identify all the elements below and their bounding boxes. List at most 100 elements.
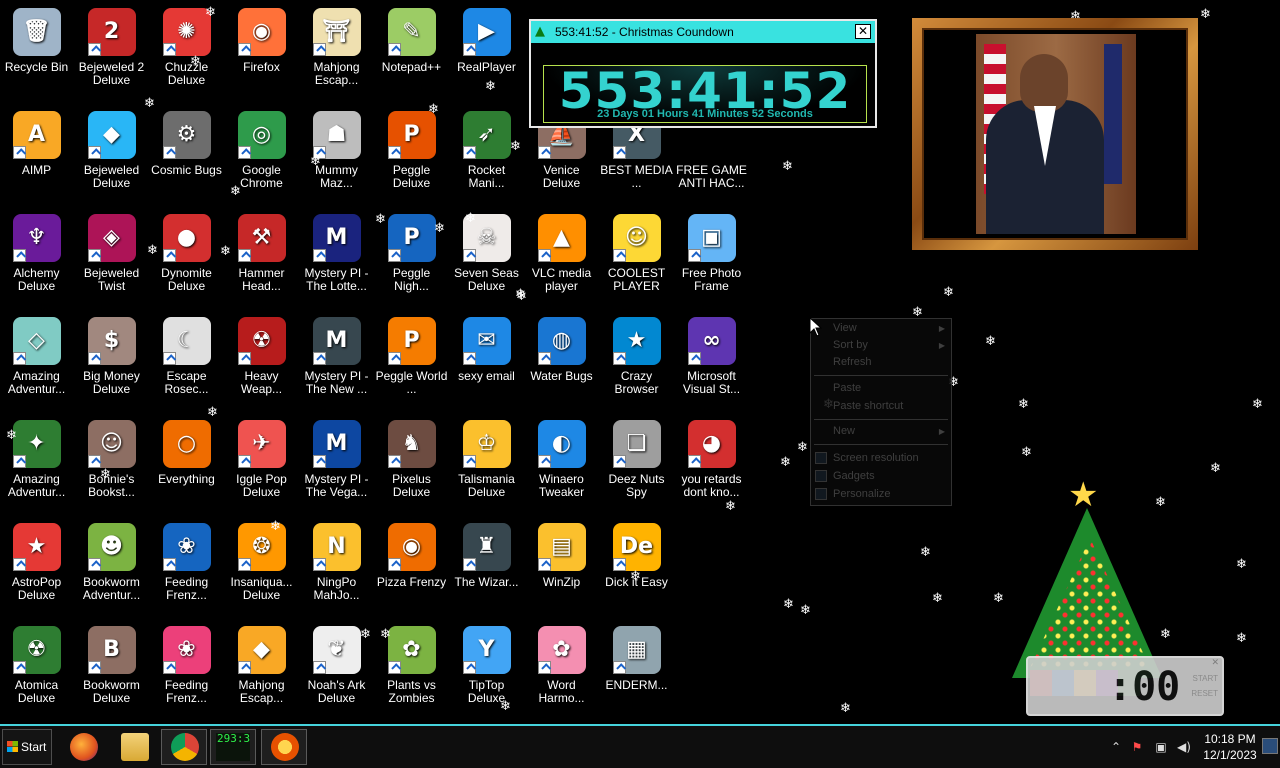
winzip-icon: ▤ bbox=[537, 523, 586, 571]
desktop-icon[interactable]: $ Big Money Deluxe bbox=[74, 313, 149, 413]
desktop-icon[interactable]: ❀ Feeding Frenz... bbox=[149, 519, 224, 619]
show-desktop-button[interactable] bbox=[1262, 738, 1278, 754]
desktop-icon[interactable]: ▤ WinZip bbox=[524, 519, 599, 619]
desktop-icon[interactable]: ● Dynomite Deluxe bbox=[149, 210, 224, 310]
desktop-icon[interactable]: ▣ Free Photo Frame bbox=[674, 210, 749, 310]
stopwatch-start-button[interactable]: START bbox=[1193, 674, 1218, 683]
desktop-icon[interactable]: 🗑 Recycle Bin bbox=[0, 4, 74, 104]
desktop-icon[interactable]: ➶ Rocket Mani... bbox=[449, 107, 524, 207]
menu-item-label: New bbox=[833, 425, 856, 437]
desktop-icon[interactable]: ❂ Insaniqua... Deluxe bbox=[224, 519, 299, 619]
desktop-icon[interactable]: ○ Everything bbox=[149, 416, 224, 516]
desktop-icon[interactable]: ✈ Iggle Pop Deluxe bbox=[224, 416, 299, 516]
taskbar-file-explorer[interactable] bbox=[111, 729, 157, 765]
stopwatch-gadget[interactable]: ✕ :00 START RESET bbox=[1026, 656, 1224, 716]
taskbar-chrome[interactable] bbox=[161, 729, 207, 765]
desktop-icon[interactable]: ⚙ Cosmic Bugs bbox=[149, 107, 224, 207]
menu-item-refresh[interactable]: Refresh bbox=[811, 354, 951, 371]
menu-item-paste[interactable]: Paste bbox=[811, 380, 951, 397]
snowflake-icon: ❄ bbox=[100, 467, 111, 482]
desktop-icon[interactable]: A AIMP bbox=[0, 107, 74, 207]
desktop-icon-label: Amazing Adventur... bbox=[7, 472, 66, 499]
countdown-display: 553:41:52 23 Days 01 Hours 41 Minutes 52… bbox=[543, 62, 867, 123]
desktop-icon[interactable]: ◆ Mahjong Escap... bbox=[224, 622, 299, 722]
countdown-titlebar[interactable]: ▲ 553:41:52 - Christmas Coundown bbox=[531, 21, 875, 43]
desktop-icon[interactable]: ⚒ Hammer Head... bbox=[224, 210, 299, 310]
christmas-countdown-window[interactable]: ▲ 553:41:52 - Christmas Coundown ✕ 553:4… bbox=[529, 19, 877, 128]
photo-frame-gadget[interactable] bbox=[912, 18, 1198, 250]
gadget-close-icon[interactable]: ✕ bbox=[1211, 658, 1219, 668]
desktop-icon[interactable]: ☺ COOLEST PLAYER bbox=[599, 210, 674, 310]
desktop-icon[interactable]: ❀ Feeding Frenz... bbox=[149, 622, 224, 722]
desktop-icon[interactable]: P Peggle World ... bbox=[374, 313, 449, 413]
stopwatch-reset-button[interactable]: RESET bbox=[1191, 689, 1218, 698]
menu-item-sort-by[interactable]: Sort by ▶ bbox=[811, 337, 951, 354]
desktop-icon[interactable]: ♔ Talismania Deluxe bbox=[449, 416, 524, 516]
menu-item-personalize[interactable]: Personalize bbox=[811, 486, 951, 503]
desktop-icon[interactable]: ◕ you retards dont kno... bbox=[674, 416, 749, 516]
desktop-icon[interactable]: ◉ Pizza Frenzy bbox=[374, 519, 449, 619]
desktop-icon[interactable]: ◈ Bejeweled Twist bbox=[74, 210, 149, 310]
desktop-icon[interactable]: ◇ Amazing Adventur... bbox=[0, 313, 74, 413]
desktop-icon[interactable]: 2 Bejeweled 2 Deluxe bbox=[74, 4, 149, 104]
hammer-heads-icon: ⚒ bbox=[237, 214, 286, 262]
desktop-icon-label: Pizza Frenzy bbox=[376, 575, 447, 589]
shortcut-arrow-icon bbox=[387, 661, 401, 674]
amazing-adventures-icon: ◇ bbox=[12, 317, 61, 365]
desktop-icon[interactable]: ◍ Water Bugs bbox=[524, 313, 599, 413]
desktop-icon[interactable]: ◉ Firefox bbox=[224, 4, 299, 104]
desktop-icon[interactable]: ★ AstroPop Deluxe bbox=[0, 519, 74, 619]
menu-separator bbox=[814, 444, 948, 445]
desktop-icon[interactable]: Y TipTop Deluxe bbox=[449, 622, 524, 722]
volume-icon[interactable]: ◀) bbox=[1177, 740, 1191, 754]
menu-item-screen-resolution[interactable]: Screen resolution bbox=[811, 450, 951, 467]
desktop-icon[interactable]: M Mystery PI - The Vega... bbox=[299, 416, 374, 516]
taskbar-countdown[interactable]: 293:3 bbox=[210, 729, 256, 765]
desktop-icon[interactable]: ☾ Escape Rosec... bbox=[149, 313, 224, 413]
desktop-icon[interactable]: ♞ Pixelus Deluxe bbox=[374, 416, 449, 516]
menu-item-gadgets[interactable]: Gadgets bbox=[811, 468, 951, 485]
shortcut-arrow-icon bbox=[687, 455, 701, 468]
desktop-icon[interactable]: ▲ VLC media player bbox=[524, 210, 599, 310]
taskbar-peggle[interactable] bbox=[261, 729, 307, 765]
desktop-icon[interactable]: ◆ Bejeweled Deluxe bbox=[74, 107, 149, 207]
desktop-icon[interactable]: ♜ The Wizar... bbox=[449, 519, 524, 619]
desktop-icon[interactable]: ✿ Word Harmo... bbox=[524, 622, 599, 722]
taskbar-firefox[interactable] bbox=[60, 729, 106, 765]
desktop-icon[interactable]: M Mystery PI - The Lotte... bbox=[299, 210, 374, 310]
desktop-icon[interactable]: N NingPo MahJo... bbox=[299, 519, 374, 619]
desktop-icon[interactable]: ◐ Winaero Tweaker bbox=[524, 416, 599, 516]
desktop-icon-label: Noah's Ark Deluxe bbox=[307, 678, 366, 705]
action-center-flag-icon[interactable]: ⚑ bbox=[1130, 740, 1144, 754]
network-icon[interactable]: ▣ bbox=[1154, 740, 1168, 754]
desktop-icon[interactable]: ★ Crazy Browser bbox=[599, 313, 674, 413]
chuzzle-icon: ✺ bbox=[162, 8, 211, 56]
desktop-icon-label: Deez Nuts Spy bbox=[608, 472, 665, 499]
desktop-icon[interactable]: ☺ Bonnie's Bookst... bbox=[74, 416, 149, 516]
taskbar-clock[interactable]: 10:18 PM 12/1/2023 bbox=[1197, 731, 1263, 763]
desktop-icon-label: Mahjong Escap... bbox=[238, 678, 285, 705]
desktop-icon[interactable]: ♆ Alchemy Deluxe bbox=[0, 210, 74, 310]
desktop-icon[interactable]: M Mystery PI - The New ... bbox=[299, 313, 374, 413]
desktop-icon[interactable]: ❏ Deez Nuts Spy bbox=[599, 416, 674, 516]
start-button[interactable]: Start bbox=[2, 729, 52, 765]
desktop-icon[interactable]: ☢ Atomica Deluxe bbox=[0, 622, 74, 722]
desktop-icon[interactable]: ▦ ENDERM... bbox=[599, 622, 674, 722]
menu-item-view[interactable]: View ▶ bbox=[811, 320, 951, 337]
desktop-context-menu[interactable]: View ▶ Sort by ▶ Refresh Paste Paste short… bbox=[810, 318, 952, 506]
desktop-icon[interactable]: ☢ Heavy Weap... bbox=[224, 313, 299, 413]
desktop-icon[interactable]: ✉ sexy email bbox=[449, 313, 524, 413]
desktop-icon[interactable]: ✎ Notepad++ bbox=[374, 4, 449, 104]
desktop-icon[interactable]: ⛩ Mahjong Escap... bbox=[299, 4, 374, 104]
desktop-icon[interactable]: ☻ Bookworm Adventur... bbox=[74, 519, 149, 619]
shortcut-arrow-icon bbox=[387, 352, 401, 365]
desktop-icon[interactable]: ☠ Seven Seas Deluxe bbox=[449, 210, 524, 310]
countdown-close-button[interactable]: ✕ bbox=[855, 24, 871, 39]
desktop-icon-label: Recycle Bin bbox=[4, 60, 69, 74]
desktop-icon[interactable]: ∞ Microsoft Visual St... bbox=[674, 313, 749, 413]
menu-item-paste-shortcut[interactable]: Paste shortcut bbox=[811, 398, 951, 415]
desktop-icon[interactable]: B Bookworm Deluxe bbox=[74, 622, 149, 722]
tray-overflow-icon[interactable]: ⌃ bbox=[1109, 740, 1123, 754]
desktop-icon[interactable]: P Peggle Deluxe bbox=[374, 107, 449, 207]
menu-item-new[interactable]: New ▶ bbox=[811, 423, 951, 440]
